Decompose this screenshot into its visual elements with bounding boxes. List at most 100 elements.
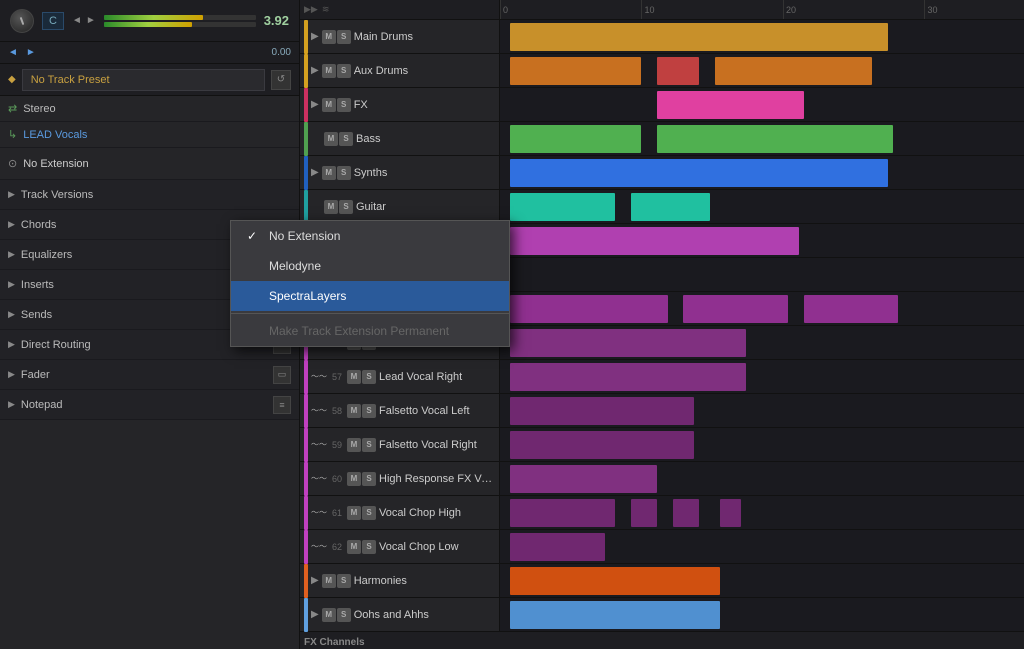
- ms-buttons: M S: [322, 30, 351, 44]
- clip[interactable]: [510, 567, 720, 595]
- solo-button[interactable]: S: [362, 540, 376, 554]
- solo-button[interactable]: S: [362, 370, 376, 384]
- clip[interactable]: [510, 533, 604, 561]
- track-content: [500, 54, 1024, 87]
- solo-button[interactable]: S: [339, 200, 353, 214]
- ms-buttons: M S: [322, 166, 351, 180]
- track-name: Bass: [356, 133, 495, 145]
- waveform-icon: 〜〜: [311, 371, 327, 382]
- mute-button[interactable]: M: [347, 506, 361, 520]
- mute-button[interactable]: M: [347, 438, 361, 452]
- solo-button[interactable]: S: [337, 608, 351, 622]
- track-content: [500, 496, 1024, 529]
- fader-arrow: ▶: [8, 369, 15, 380]
- clip[interactable]: [510, 159, 887, 187]
- track-color-bar: [304, 360, 308, 394]
- clip[interactable]: [510, 601, 720, 629]
- clip[interactable]: [510, 329, 746, 357]
- clip[interactable]: [720, 499, 741, 527]
- solo-button[interactable]: S: [362, 506, 376, 520]
- notepad-button[interactable]: ≡: [273, 396, 291, 414]
- sends-arrow: ▶: [8, 309, 15, 320]
- mute-button[interactable]: M: [324, 200, 338, 214]
- clip[interactable]: [631, 499, 657, 527]
- extension-row[interactable]: ⊙ No Extension: [0, 148, 299, 180]
- mute-button[interactable]: M: [322, 64, 336, 78]
- pan-left-arrow: ◄: [72, 15, 82, 26]
- dropdown-item-melodyne[interactable]: Melodyne: [231, 251, 509, 281]
- notepad-section[interactable]: ▶ Notepad ≡: [0, 390, 299, 420]
- folder-icon: ▶: [311, 167, 319, 178]
- equalizers-arrow: ▶: [8, 249, 15, 260]
- clip[interactable]: [510, 227, 798, 255]
- solo-button[interactable]: S: [362, 438, 376, 452]
- meter-bar-right: [104, 22, 256, 27]
- clip[interactable]: [657, 57, 699, 85]
- clip[interactable]: [510, 57, 641, 85]
- fader-button[interactable]: ▭: [273, 366, 291, 384]
- clip[interactable]: [673, 499, 699, 527]
- dropdown-item-make-permanent: Make Track Extension Permanent: [231, 316, 509, 346]
- solo-button[interactable]: S: [337, 30, 351, 44]
- mute-button[interactable]: M: [322, 608, 336, 622]
- track-versions-arrow: ▶: [8, 189, 15, 200]
- clip[interactable]: [657, 91, 804, 119]
- mute-button[interactable]: M: [347, 370, 361, 384]
- track-row: ▶ M S Synths: [300, 156, 1024, 190]
- mute-button[interactable]: M: [324, 132, 338, 146]
- mute-button[interactable]: M: [347, 472, 361, 486]
- clip[interactable]: [804, 295, 898, 323]
- mute-button[interactable]: M: [322, 98, 336, 112]
- mute-button[interactable]: M: [322, 30, 336, 44]
- lead-vocals-row: ↳ LEAD Vocals: [0, 122, 299, 148]
- ms-buttons: M S: [347, 404, 376, 418]
- meter-value: 3.92: [264, 13, 289, 28]
- clip[interactable]: [510, 125, 641, 153]
- waveform-icon: 〜〜: [311, 473, 327, 484]
- clip[interactable]: [510, 499, 615, 527]
- solo-button[interactable]: S: [337, 64, 351, 78]
- clip[interactable]: [510, 295, 667, 323]
- track-row: 〜〜 59 M S Falsetto Vocal Right: [300, 428, 1024, 462]
- check-icon: ✓: [247, 229, 261, 243]
- solo-button[interactable]: S: [337, 574, 351, 588]
- clip[interactable]: [510, 431, 693, 459]
- clip[interactable]: [715, 57, 872, 85]
- volume-knob[interactable]: [10, 9, 34, 33]
- solo-button[interactable]: S: [337, 166, 351, 180]
- folder-icon: ▶: [311, 575, 319, 586]
- track-name: Lead Vocal Right: [379, 371, 495, 383]
- track-name-col-header: ▶▶ ≋: [300, 0, 500, 19]
- solo-button[interactable]: S: [362, 404, 376, 418]
- clip[interactable]: [631, 193, 710, 221]
- mute-button[interactable]: M: [322, 574, 336, 588]
- preset-selector[interactable]: No Track Preset: [22, 69, 265, 91]
- solo-button[interactable]: S: [339, 132, 353, 146]
- clip[interactable]: [510, 465, 657, 493]
- mute-button[interactable]: M: [322, 166, 336, 180]
- solo-button[interactable]: S: [362, 472, 376, 486]
- ms-buttons: M S: [347, 506, 376, 520]
- notepad-arrow: ▶: [8, 399, 15, 410]
- folder-icon: ▶: [311, 31, 319, 42]
- mute-button[interactable]: M: [347, 540, 361, 554]
- track-name: Harmonies: [354, 575, 495, 587]
- clip[interactable]: [683, 295, 788, 323]
- clip[interactable]: [510, 193, 615, 221]
- ms-buttons: M S: [322, 574, 351, 588]
- clip[interactable]: [510, 397, 693, 425]
- track-controls: M S Bass: [300, 122, 500, 155]
- reload-button[interactable]: ↺: [271, 70, 291, 90]
- clip[interactable]: [510, 363, 746, 391]
- solo-button[interactable]: S: [337, 98, 351, 112]
- dropdown-item-spectralayers[interactable]: SpectraLayers: [231, 281, 509, 311]
- clip[interactable]: [510, 23, 887, 51]
- dropdown-item-no-extension[interactable]: ✓ No Extension: [231, 221, 509, 251]
- track-versions-section[interactable]: ▶ Track Versions: [0, 180, 299, 210]
- track-name: Falsetto Vocal Left: [379, 405, 495, 417]
- track-content: [500, 530, 1024, 563]
- mute-button[interactable]: M: [347, 404, 361, 418]
- fader-section[interactable]: ▶ Fader ▭: [0, 360, 299, 390]
- clip[interactable]: [657, 125, 893, 153]
- dropdown-label-no-extension: No Extension: [269, 229, 340, 243]
